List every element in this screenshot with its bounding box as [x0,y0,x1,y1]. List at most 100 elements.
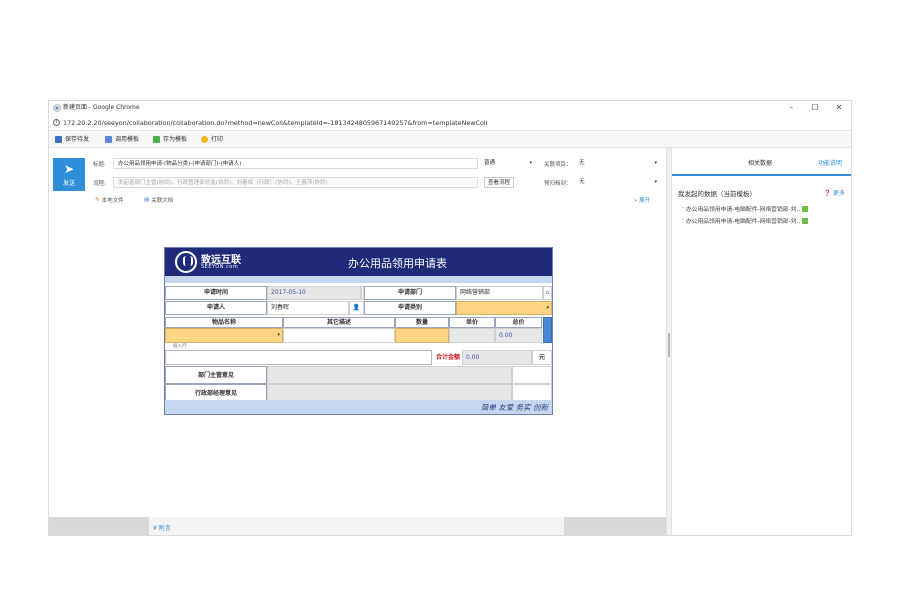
template-icon [105,136,112,143]
paperclip-icon: ✎ [95,197,100,203]
window-title: 新建页面 - Google Chrome [63,104,140,111]
status-icon [802,205,809,212]
apply-time-field[interactable]: 2017-05-10 [267,286,361,300]
dropdown-arrow-icon: ▾ [529,160,532,166]
splitter-grip[interactable] [668,333,670,357]
bullet-icon: · [682,205,684,212]
minimize-button[interactable]: – [781,101,801,115]
category-select[interactable]: ▾ [456,301,552,315]
dropdown-arrow-icon: ▾ [654,179,657,185]
send-button[interactable]: ➤ 发送 [53,158,85,191]
slogan: 简单 友爱 务实 创新 [480,403,548,412]
row-total-field: 0.00 [495,328,542,343]
save-icon [55,136,62,143]
subject-input[interactable]: 办公用品领用申请-(物品分类)-(申请部门)-(申请人) [113,158,478,169]
related-project-select[interactable]: 无 ▾ [579,158,659,169]
question-icon: ❓ [823,190,832,197]
info-icon[interactable]: i [53,119,60,126]
document-icon: ▤ [144,197,150,203]
form-header: 致远互联 SEEYON.com 办公用品领用申请表 [165,248,552,276]
local-file-link[interactable]: ✎ 本地文件 [95,196,124,204]
right-panel: 相关数据 功能说明 我发起的数据（当前模板） ❓ 更多 · 办公用品领用申请-电… [672,148,851,535]
maximize-button[interactable]: ☐ [805,101,825,115]
col-qty-header: 数量 [395,317,449,328]
list-item[interactable]: · 办公用品领用申请-电脑配件-网络营销部-刘.. [682,216,809,225]
use-template-button[interactable]: 调用模板 [105,134,139,145]
section-title: 我发起的数据（当前模板） [678,190,756,198]
insert-row-link[interactable]: 插入行 [173,343,233,350]
more-link[interactable]: ❓ 更多 [824,188,845,197]
view-flow-label: 查看流程 [488,180,511,186]
related-doc-label: 关联文档 [151,198,174,204]
sum-field: 0.00 [462,350,532,365]
status-icon [802,217,809,224]
person-picker-icon[interactable]: 👤 [349,301,364,315]
qty-input[interactable] [395,328,449,343]
archive-label: 预归档到： [544,181,572,187]
dept-head-label: 部门主管意见 [165,366,267,384]
brand-en: SEEYON.com [201,264,239,270]
title-bar: 新建页面 - Google Chrome – ☐ ✕ [49,101,851,115]
related-doc-link[interactable]: ▤ 关联文档 [144,196,173,204]
flow-label: 流程: [93,181,106,187]
sum-label: 合计金额 [435,354,460,361]
use-template-label: 调用模板 [115,136,140,143]
apply-dept-field[interactable]: 网络营销部 [456,286,543,300]
send-icon: ➤ [63,162,75,176]
col-total-header: 总价 [495,317,542,328]
main-pane: ➤ 发送 标题: 办公用品领用申请-(物品分类)-(申请部门)-(申请人) 流程… [49,148,666,535]
item-select[interactable]: ▾ [165,328,283,343]
apply-time-label: 申请时间 [165,286,267,300]
attachment-toggle[interactable]: ¥ 附言 [153,523,171,532]
browser-window: 新建页面 - Google Chrome – ☐ ✕ i 172.20.2.20… [48,100,852,536]
expand-toggle[interactable]: » 展开 [634,196,650,204]
list-item-label: 办公用品领用申请-电脑配件-网络营销部-刘.. [685,207,801,213]
category-label: 申请类别 [364,301,456,315]
local-file-label: 本地文件 [101,198,124,204]
archive-select[interactable]: 无 ▾ [579,177,659,188]
attachment-label: 附言 [158,525,171,532]
sum-spacer [165,350,432,365]
dept-picker-icon[interactable]: ⌂ [543,286,552,300]
save-as-template-button[interactable]: 存为模板 [153,134,187,145]
flow-input[interactable]: 发起者部门主管(协同)、行政管理部总监(协同)、刘春晖（行政）(协同)、王春萍(… [113,177,478,188]
priority-select[interactable]: 普通 ▾ [484,158,534,169]
url-text[interactable]: 172.20.2.20/seeyon/collaboration/collabo… [63,116,487,130]
save-as-template-label: 存为模板 [163,136,188,143]
apply-dept-label: 申请部门 [364,286,456,300]
save-draft-label: 保存待发 [65,136,90,143]
price-input[interactable] [449,328,495,343]
form-title: 办公用品领用申请表 [348,257,447,270]
address-bar[interactable]: i 172.20.2.20/seeyon/collaboration/colla… [49,116,851,131]
bottom-bar: ¥ 附言 [49,517,666,535]
row-scrollbar[interactable] [543,317,552,343]
chrome-icon [53,104,61,112]
tab-related-data[interactable]: 相关数据 [748,158,772,167]
header-strip [165,276,552,283]
col-desc-header: 其它描述 [283,317,395,328]
print-icon [201,136,208,143]
dept-head-opinion[interactable] [267,366,512,384]
applicant-field[interactable]: 刘春晖 [267,301,349,315]
list-item-label: 办公用品领用申请-电脑配件-网络营销部-刘.. [685,219,801,225]
close-button[interactable]: ✕ [829,101,849,115]
seeyon-logo-icon [175,251,197,273]
desc-input[interactable] [283,328,395,343]
expand-label: 展开 [639,198,651,204]
save-template-icon [153,136,160,143]
toolbar: 保存待发 调用模板 存为模板 打印 [49,132,851,148]
tab-help[interactable]: 功能说明 [818,158,842,167]
save-draft-button[interactable]: 保存待发 [55,134,89,145]
print-button[interactable]: 打印 [201,134,223,145]
list-item[interactable]: · 办公用品领用申请-电脑配件-网络营销部-刘.. [682,204,809,213]
col-price-header: 单价 [449,317,495,328]
send-label: 发送 [62,180,75,187]
applicant-label: 申请人 [165,301,267,315]
priority-value: 普通 [484,160,496,166]
subject-label: 标题: [93,162,106,168]
col-item-header: 物品名称 [165,317,283,328]
bullet-icon: · [682,217,684,224]
chevron-down-icon: ¥ [153,525,157,532]
right-tabs: 相关数据 功能说明 [672,148,851,176]
view-flow-button[interactable]: 查看流程 [484,177,515,188]
